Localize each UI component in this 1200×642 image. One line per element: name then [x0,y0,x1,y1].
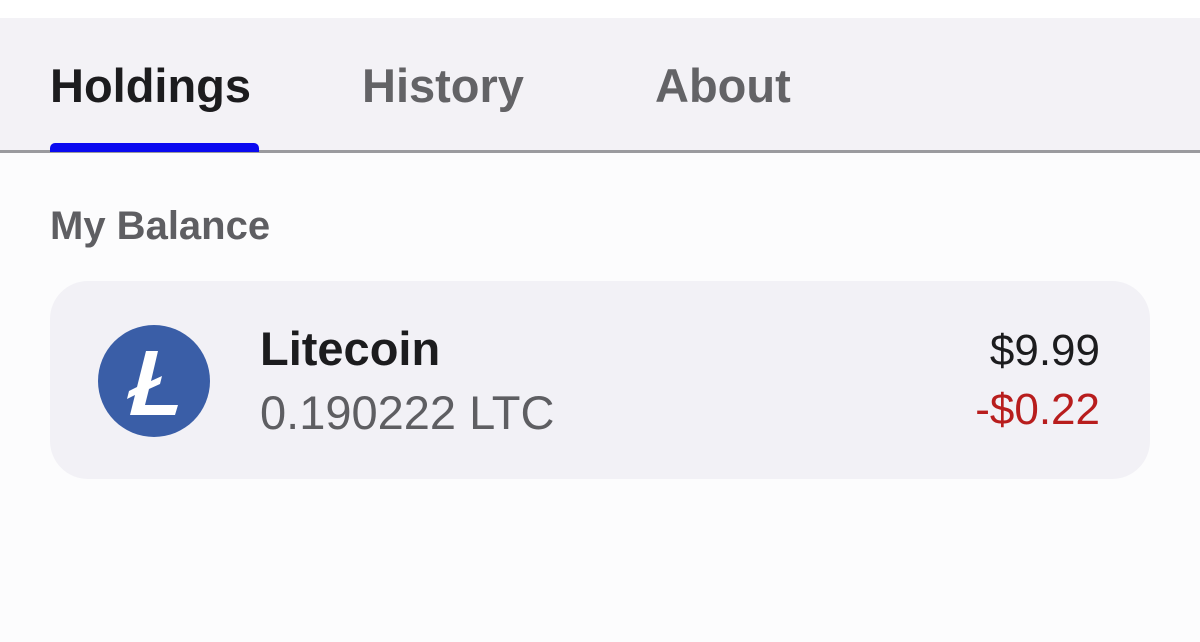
holding-card-litecoin[interactable]: Litecoin 0.190222 LTC $9.99 -$0.22 [50,281,1150,479]
active-tab-indicator [50,143,259,152]
litecoin-icon [98,325,210,437]
coin-fiat-value: $9.99 [989,326,1100,375]
tab-history[interactable]: History [362,58,524,113]
coin-amount: 0.190222 LTC [260,386,555,439]
tab-about[interactable]: About [655,58,791,113]
top-strip [0,0,1200,18]
coin-change: -$0.22 [975,385,1100,434]
coin-name: Litecoin [260,322,441,375]
app-root: Holdings History About My Balance Liteco… [0,0,1200,642]
section-title: My Balance [50,204,271,248]
tab-holdings[interactable]: Holdings [50,58,251,113]
tab-bar: Holdings History About [0,18,1200,153]
